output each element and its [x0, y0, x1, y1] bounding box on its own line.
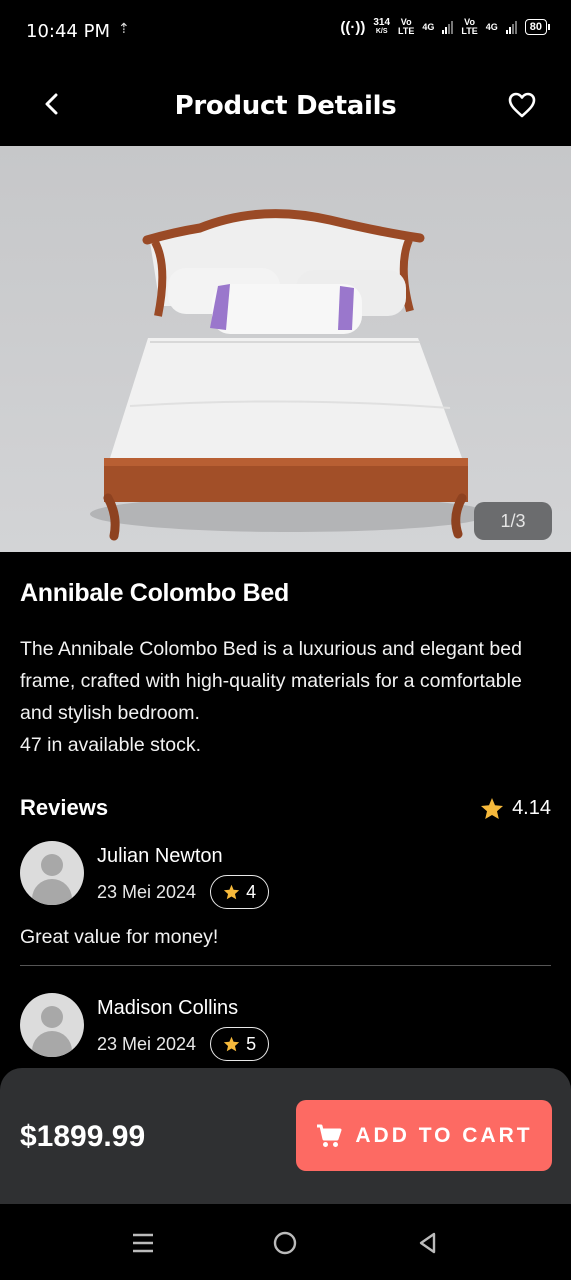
product-price: $1899.99	[20, 1120, 146, 1153]
product-image	[90, 209, 490, 541]
review-comment: Great value for money!	[20, 926, 219, 948]
home-button[interactable]	[270, 1228, 300, 1258]
back-triangle-icon	[419, 1232, 436, 1254]
product-details: Annibale Colombo Bed The Annibale Colomb…	[0, 552, 571, 1061]
review-rating-value: 5	[246, 1033, 257, 1054]
product-name: Annibale Colombo Bed	[20, 579, 290, 607]
add-to-cart-label: ADD TO CART	[355, 1123, 533, 1147]
star-icon	[481, 797, 504, 819]
review-date: 23 Mei 2024	[97, 1033, 197, 1054]
cart-icon	[317, 1124, 342, 1147]
sim2-volte: Vo LTE	[461, 18, 477, 36]
cart-bar: $1899.99 ADD TO CART	[0, 1068, 571, 1204]
star-icon	[223, 1036, 240, 1052]
image-counter: 1/3	[474, 502, 552, 540]
page-title: Product Details	[174, 91, 397, 121]
review-rating: 4	[210, 875, 270, 909]
menu-icon	[133, 1233, 153, 1253]
review-item: Julian Newton 23 Mei 2024 4 Great value …	[20, 821, 551, 966]
average-rating-value: 4.14	[512, 796, 551, 819]
upload-icon: ⇡	[118, 20, 130, 36]
heart-icon	[508, 92, 536, 118]
system-back-button[interactable]	[412, 1228, 442, 1258]
avatar	[20, 841, 84, 905]
net2-label: 4G	[485, 21, 498, 32]
status-bar: 10:44 PM ⇡ ((·)) 314 K/S Vo LTE 4G Vo LT…	[0, 0, 571, 64]
app-header: Product Details	[0, 64, 571, 146]
home-icon	[273, 1231, 297, 1255]
status-indicators: ((·)) 314 K/S Vo LTE 4G Vo LTE 4G 80	[340, 18, 551, 36]
product-description: The Annibale Colombo Bed is a luxurious …	[20, 638, 522, 724]
net-speed-value: 314	[373, 17, 391, 28]
status-time: 10:44 PM	[26, 21, 110, 42]
product-image-carousel[interactable]: 1/3	[0, 146, 571, 552]
reviews-title: Reviews	[20, 795, 109, 820]
add-to-cart-button[interactable]: ADD TO CART	[296, 1100, 552, 1171]
battery-icon: 80	[524, 19, 551, 35]
review-date: 23 Mei 2024	[97, 881, 197, 902]
sim1-volte: Vo LTE	[398, 18, 414, 36]
stock-info: 47 in available stock.	[20, 734, 202, 756]
review-rating-value: 4	[246, 881, 257, 902]
recents-button[interactable]	[128, 1228, 158, 1258]
star-icon	[223, 884, 240, 900]
avatar	[20, 993, 84, 1057]
reviewer-name: Julian Newton	[97, 845, 223, 867]
hotspot-icon: ((·))	[340, 18, 366, 36]
reviews-header: Reviews 4.14	[20, 795, 551, 821]
net-speed: 314 K/S	[373, 18, 390, 36]
review-rating: 5	[210, 1027, 270, 1061]
favorite-button[interactable]	[505, 88, 539, 122]
sim2-bottom: LTE	[461, 26, 478, 36]
reviewer-name: Madison Collins	[97, 997, 239, 1019]
net-speed-unit: K/S	[375, 28, 388, 35]
system-nav-bar	[0, 1204, 571, 1280]
signal-icon	[442, 20, 454, 34]
signal-icon	[505, 20, 517, 34]
average-rating: 4.14	[480, 797, 551, 820]
net1-label: 4G	[422, 21, 435, 32]
sim1-bottom: LTE	[398, 26, 415, 36]
review-item: Madison Collins 23 Mei 2024 5	[20, 966, 551, 1061]
